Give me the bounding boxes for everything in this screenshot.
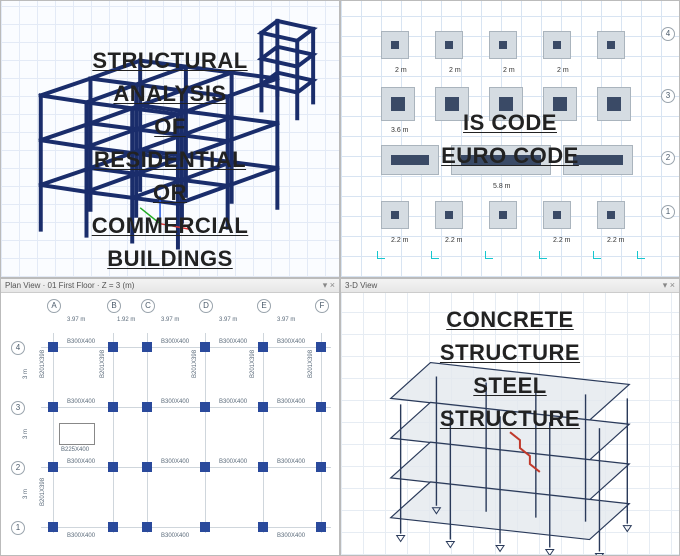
close-icon[interactable]: ▾ × — [663, 280, 675, 291]
beam-label: B300X400 — [277, 399, 305, 405]
beam-label: B300X400 — [161, 533, 189, 539]
dimension-text: 3.97 m — [219, 317, 237, 323]
dimension-text: 3 m — [23, 429, 29, 439]
beam-label: B201X398 — [308, 350, 314, 378]
close-icon[interactable]: ▾ × — [323, 280, 335, 291]
beam-label: B300X400 — [277, 339, 305, 345]
panel-3d-slab-frame: 3-D View ▾ × — [340, 278, 680, 556]
dimension-text: 3.97 m — [67, 317, 85, 323]
beam-label: B201X398 — [192, 350, 198, 378]
grid-bubble: D — [199, 299, 213, 313]
dimension-text: 2 m — [557, 67, 569, 74]
view-title: 3-D View — [345, 281, 377, 290]
grid-bubble: 1 — [661, 205, 675, 219]
dimension-text: 3 m — [23, 369, 29, 379]
grid-bubble: 4 — [661, 27, 675, 41]
dimension-text: 5.8 m — [493, 183, 511, 190]
dimension-text: 2.2 m — [553, 237, 571, 244]
panel-beam-plan: Plan View · 01 First Floor · Z = 3 (m) ▾… — [0, 278, 340, 556]
dimension-text: 1.92 m — [117, 317, 135, 323]
dimension-text: 3 m — [23, 489, 29, 499]
beam-label: B300X400 — [219, 399, 247, 405]
beam-label: B300X400 — [67, 533, 95, 539]
beam-label: B201X398 — [40, 350, 46, 378]
dimension-text: 3.97 m — [161, 317, 179, 323]
panel-isometric-frame: STRUCTURAL ANALYSIS OF RESIDENTIAL OR CO… — [0, 0, 340, 278]
grid-bubble: E — [257, 299, 271, 313]
beam-plan-canvas: A B C D E F 4 3 2 1 3.97 m 1.92 m 3.97 m… — [1, 293, 339, 555]
view-titlebar: 3-D View ▾ × — [341, 279, 679, 293]
isometric-building-drawing — [1, 1, 339, 277]
beam-label: B201X398 — [100, 350, 106, 378]
dimension-text: 2.2 m — [607, 237, 625, 244]
beam-label: B201X398 — [250, 350, 256, 378]
dimension-text: 3.97 m — [277, 317, 295, 323]
view-titlebar: Plan View · 01 First Floor · Z = 3 (m) ▾… — [1, 279, 339, 293]
grid-bubble: F — [315, 299, 329, 313]
grid-bubble: 2 — [11, 461, 25, 475]
dimension-text: 3.6 m — [391, 127, 409, 134]
grid-bubble: 3 — [661, 89, 675, 103]
view-title: Plan View · 01 First Floor · Z = 3 (m) — [5, 281, 134, 290]
four-panel-grid: STRUCTURAL ANALYSIS OF RESIDENTIAL OR CO… — [0, 0, 680, 556]
beam-label: B300X400 — [277, 533, 305, 539]
dimension-text: 2 m — [449, 67, 461, 74]
beam-label: B300X400 — [161, 399, 189, 405]
grid-bubble: B — [107, 299, 121, 313]
grid-bubble: 1 — [11, 521, 25, 535]
dimension-text: 2.2 m — [445, 237, 463, 244]
dimension-text: 2 m — [503, 67, 515, 74]
beam-label: B300X400 — [67, 459, 95, 465]
opening — [59, 423, 95, 445]
panel-foundation-plan: 2 m 2 m 2 m 2 m 3.6 m 2.2 m 2.2 m 5.8 m … — [340, 0, 680, 278]
grid-bubble: A — [47, 299, 61, 313]
dimension-text: 2.2 m — [391, 237, 409, 244]
beam-label: B201X398 — [40, 478, 46, 506]
beam-label: B300X400 — [219, 459, 247, 465]
beam-label: B300X400 — [161, 459, 189, 465]
grid-bubble: C — [141, 299, 155, 313]
beam-label: B300X400 — [219, 339, 247, 345]
beam-label: B225X400 — [61, 447, 89, 453]
beam-label: B300X400 — [277, 459, 305, 465]
grid-bubble: 2 — [661, 151, 675, 165]
beam-label: B300X400 — [67, 339, 95, 345]
beam-label: B300X400 — [67, 399, 95, 405]
3d-frame-drawing — [341, 293, 679, 556]
grid-bubble: 3 — [11, 401, 25, 415]
grid-bubble: 4 — [11, 341, 25, 355]
beam-label: B300X400 — [161, 339, 189, 345]
dimension-text: 2 m — [395, 67, 407, 74]
